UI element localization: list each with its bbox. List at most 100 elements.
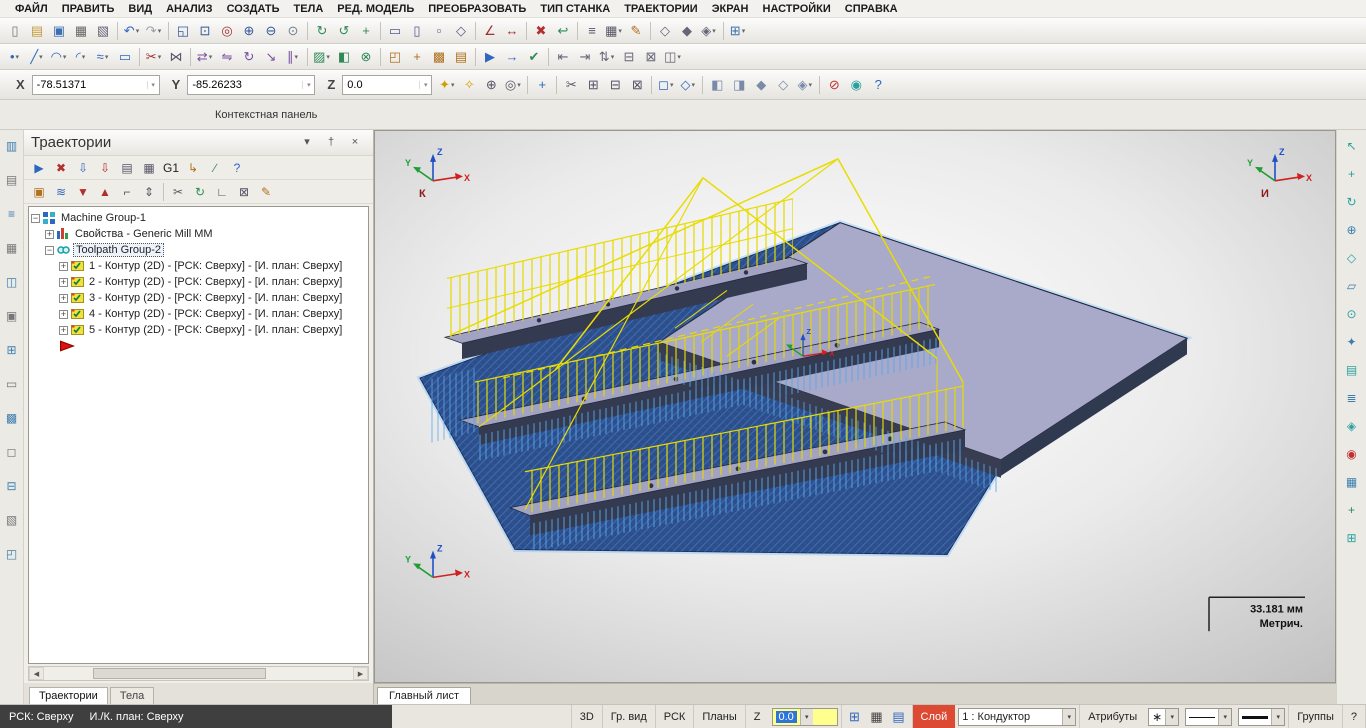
join-entities-icon[interactable]: ⋈ (165, 46, 187, 68)
z-coordinate-field[interactable]: ▾ (342, 74, 433, 95)
attributes-button[interactable]: Атрибуты (1079, 705, 1145, 728)
menu-xform[interactable]: ПРЕОБРАЗОВАТЬ (421, 2, 533, 16)
tree-row-operation-4[interactable]: + 4 - Контур (2D) - [РСК: Сверху] - [И. … (59, 306, 366, 322)
move-insert-arrow-up-icon[interactable]: ▲ (94, 182, 116, 202)
align-left-icon[interactable]: ⇤ (552, 46, 574, 68)
xform-scale-icon[interactable]: ↘ (260, 46, 282, 68)
panel-pin-icon[interactable]: † (320, 135, 342, 151)
toolpath-face-icon[interactable]: ▤ (450, 46, 472, 68)
screenshot-icon[interactable]: ⊠ (626, 74, 648, 96)
shading-solid-icon[interactable]: ◆ (676, 20, 698, 42)
dock-grid-icon[interactable]: ▦ (1, 238, 23, 258)
zoom-in-icon[interactable]: ⊕ (238, 20, 260, 42)
quick-add-icon[interactable]: + (1341, 500, 1363, 520)
solid-boolean-icon[interactable]: ⊗ (355, 46, 377, 68)
pick-solids-icon[interactable]: ◆ (750, 74, 772, 96)
toggle-toolpath-display-icon[interactable]: ≋ (50, 182, 72, 202)
operation-label[interactable]: 2 - Контур (2D) - [РСК: Сверху] - [И. пл… (87, 276, 344, 288)
toolpath-contour-icon[interactable]: ◰ (384, 46, 406, 68)
levels-manager-icon[interactable]: ≡ (581, 20, 603, 42)
redo-icon[interactable]: ↷ ▾ (143, 20, 165, 42)
expand-toggle-icon[interactable]: + (59, 293, 68, 303)
dock-properties-icon[interactable]: ▣ (1, 306, 23, 326)
quick-target-icon[interactable]: ◉ (1341, 444, 1363, 464)
machine-group-label[interactable]: Machine Group-1 (59, 212, 148, 224)
scroll-left-icon[interactable]: ◀ (29, 667, 44, 680)
insert-corner-icon[interactable]: ∟ (211, 182, 233, 202)
remove-display-icon[interactable]: ⊠ (233, 182, 255, 202)
toolpaths-help-icon[interactable]: ? (226, 158, 248, 178)
dynamic-rotate-icon[interactable]: ↺ (333, 20, 355, 42)
repaint-icon[interactable]: ↻ (311, 20, 333, 42)
create-rectangle-icon[interactable]: ▭ (114, 46, 136, 68)
z-spinner-icon[interactable]: ▾ (419, 80, 431, 89)
menu-create[interactable]: СОЗДАТЬ (220, 2, 287, 16)
save-file-icon[interactable]: ▣ (48, 20, 70, 42)
xform-mirror-icon[interactable]: ⇋ (216, 46, 238, 68)
zoom-fit-icon[interactable]: ◱ (172, 20, 194, 42)
verify-icon[interactable]: ✔ (523, 46, 545, 68)
help-icon[interactable]: ? (867, 74, 889, 96)
scroll-insert-arrow-icon[interactable]: ⇕ (138, 182, 160, 202)
cursor-center-icon[interactable]: ◎ ▾ (502, 74, 524, 96)
selection-window-icon[interactable]: ◻ ▾ (655, 74, 677, 96)
operation-label[interactable]: 4 - Контур (2D) - [РСК: Сверху] - [И. пл… (87, 308, 344, 320)
window-layout-icon[interactable]: ◫ ▾ (662, 46, 684, 68)
menu-edit[interactable]: ПРАВИТЬ (55, 2, 122, 16)
trim-break-icon[interactable]: ✂ ▾ (143, 46, 165, 68)
quick-star-point-icon[interactable]: ✦ (1341, 332, 1363, 352)
menu-file[interactable]: ФАЙЛ (8, 2, 55, 16)
scroll-right-icon[interactable]: ▶ (353, 667, 368, 680)
machine-simulate-icon[interactable]: ▶ (479, 46, 501, 68)
toolpath-edit-icon[interactable]: ∕ (204, 158, 226, 178)
pick-wireframe-icon[interactable]: ◇ (772, 74, 794, 96)
pick-back-icon[interactable]: ◨ (728, 74, 750, 96)
line-width-combo[interactable]: ▾ (1238, 708, 1286, 726)
pick-all-icon[interactable]: ◈ ▾ (794, 74, 816, 96)
quick-circle-icon[interactable]: ⊙ (1341, 304, 1363, 324)
dock-multiview-icon[interactable]: ◫ (1, 272, 23, 292)
layer-field[interactable]: 1 : Кондуктор ▾ (958, 708, 1077, 726)
y-coordinate-field[interactable]: ▾ (187, 74, 316, 95)
zoom-out-icon[interactable]: ⊖ (260, 20, 282, 42)
panel-collapse-icon[interactable]: ▾ (296, 135, 318, 151)
undelete-icon[interactable]: ↩ (552, 20, 574, 42)
toolpath-tree[interactable]: − Machine Group-1 + Свойства - Generic M… (28, 206, 369, 664)
fast-point-icon[interactable]: + (531, 74, 553, 96)
tree-row-operation-1[interactable]: + 1 - Контур (2D) - [РСК: Сверху] - [И. … (59, 258, 366, 274)
dock-blank-icon[interactable]: ◻ (1, 442, 23, 462)
selection-polygon-icon[interactable]: ◇ ▾ (677, 74, 699, 96)
surface-create-icon[interactable]: ▨ ▾ (311, 46, 333, 68)
print-icon[interactable]: ▦ (70, 20, 92, 42)
quick-sheet-icon[interactable]: ▤ (1341, 360, 1363, 380)
clipboard-paste-icon[interactable]: ⊟ (604, 74, 626, 96)
menu-screen[interactable]: ЭКРАН (705, 2, 756, 16)
layer-button[interactable]: Слой (911, 705, 956, 728)
quick-parallelogram-icon[interactable]: ▱ (1341, 276, 1363, 296)
quick-plane-icon[interactable]: ◇ (1341, 248, 1363, 268)
properties-label[interactable]: Свойства - Generic Mill MM (73, 228, 215, 240)
3d-toggle-button[interactable]: 3D (570, 705, 602, 728)
create-arc-icon[interactable]: ◠ ▾ (48, 46, 70, 68)
undo-icon[interactable]: ↶ ▾ (121, 20, 143, 42)
swap-views-icon[interactable]: ⇅ ▾ (596, 46, 618, 68)
toolpath-pocket-icon[interactable]: ▩ (428, 46, 450, 68)
viewport-3d-canvas[interactable]: Z X Y К Z X Y И Z X Y Z X 33.181 мм Метр… (375, 131, 1335, 682)
quick-rotate-icon[interactable]: ↻ (1341, 192, 1363, 212)
gview-button[interactable]: Гр. вид (601, 705, 655, 728)
grid-settings-icon[interactable]: ▦ ▾ (603, 20, 625, 42)
expand-toggle-icon[interactable]: + (59, 325, 68, 335)
expand-group-icon[interactable]: ⊠ (640, 46, 662, 68)
x-spinner-icon[interactable]: ▾ (146, 80, 159, 89)
scrollbar-track[interactable] (44, 667, 353, 680)
x-coordinate-field[interactable]: ▾ (31, 74, 160, 95)
backplot-icon[interactable]: → (501, 46, 523, 68)
dock-sketcher-icon[interactable]: ▤ (1, 170, 23, 190)
menu-help[interactable]: СПРАВКА (838, 2, 905, 16)
move-insert-arrow-down-icon[interactable]: ▼ (72, 182, 94, 202)
create-point-icon[interactable]: • ▾ (4, 46, 26, 68)
tree-row-machine-group[interactable]: − Machine Group-1 (31, 210, 366, 226)
tree-row-operation-2[interactable]: + 2 - Контур (2D) - [РСК: Сверху] - [И. … (59, 274, 366, 290)
z-depth-caret-icon[interactable]: ▾ (799, 709, 813, 725)
selection-ok-icon[interactable]: ◉ (845, 74, 867, 96)
